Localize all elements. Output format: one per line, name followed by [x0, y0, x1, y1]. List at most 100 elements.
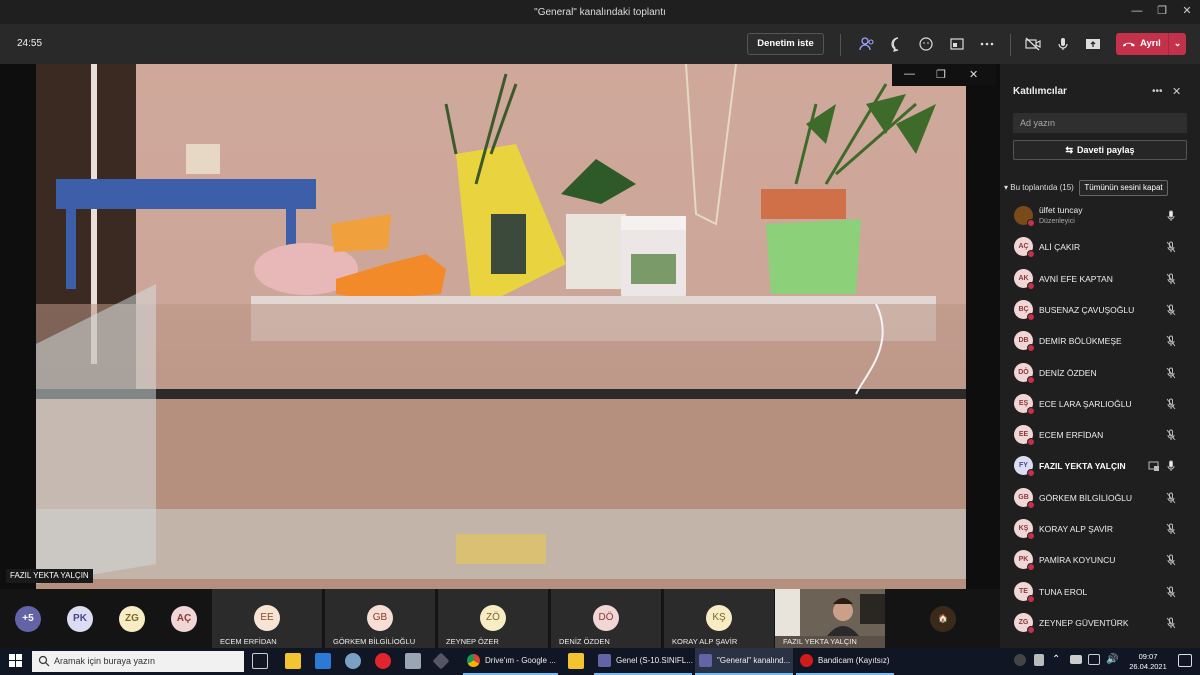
mic-off-icon[interactable]	[1165, 367, 1177, 379]
participant-name: TUNA EROL	[1039, 586, 1088, 597]
taskbar-clock[interactable]: 09:07 26.04.2021	[1125, 652, 1171, 672]
participant-row[interactable]: ZG ZEYNEP GÜVENTÜRK	[1000, 609, 1200, 637]
avatar: EE	[1014, 425, 1035, 447]
avatar: FY	[1014, 456, 1035, 478]
mic-off-icon[interactable]	[1165, 273, 1177, 285]
avatar[interactable]: PK	[67, 606, 93, 632]
taskbar-app-teams[interactable]: Genel (S-10.SINIFL...	[594, 648, 693, 675]
mic-off-icon[interactable]	[1165, 523, 1177, 535]
mic-off-icon[interactable]	[1165, 554, 1177, 566]
participant-row[interactable]: EE ECEM ERFİDAN	[1000, 421, 1200, 449]
participant-row[interactable]: ülfet tuncay Düzenleyici	[1000, 202, 1200, 230]
microphone-icon[interactable]	[1054, 36, 1072, 52]
network-icon[interactable]	[1088, 654, 1100, 665]
participants-icon[interactable]	[858, 36, 876, 52]
participant-row[interactable]: AK AVNİ EFE KAPTAN	[1000, 265, 1200, 293]
task-view-icon[interactable]	[252, 653, 268, 669]
battery-icon[interactable]	[1070, 655, 1082, 664]
participant-row[interactable]: BÇ BUSENAZ ÇAVUŞOĞLU	[1000, 296, 1200, 324]
status-dot	[1027, 344, 1035, 353]
participant-row[interactable]: KŞ KORAY ALP ŞAVİR	[1000, 515, 1200, 543]
minimize-icon[interactable]: —	[904, 68, 915, 80]
camera-tile[interactable]: FAZIL YEKTA YALÇIN	[775, 589, 885, 648]
participant-tile[interactable]: KŞ KORAY ALP ŞAVİR	[664, 589, 774, 648]
file-explorer-icon[interactable]	[568, 653, 584, 669]
share-link-icon: ⇆	[1065, 145, 1073, 155]
mic-off-icon[interactable]	[1165, 586, 1177, 598]
avatar[interactable]: 🏠	[930, 606, 956, 632]
taskbar-search-input[interactable]: Aramak için buraya yazın	[32, 651, 244, 672]
microphone-icon[interactable]	[1165, 460, 1177, 472]
status-dot	[1027, 563, 1035, 572]
mic-off-icon[interactable]	[1165, 241, 1177, 253]
opera-icon[interactable]	[375, 653, 391, 669]
participant-row[interactable]: FY FAZIL YEKTA YALÇIN	[1000, 452, 1200, 480]
participant-name: AVNİ EFE KAPTAN	[1039, 273, 1113, 284]
close-icon[interactable]: ✕	[969, 68, 978, 81]
participant-row[interactable]: PK PAMİRA KOYUNCU	[1000, 546, 1200, 574]
participant-row[interactable]: TE TUNA EROL	[1000, 578, 1200, 606]
share-invite-button[interactable]: ⇆ Daveti paylaş	[1013, 140, 1187, 160]
participant-row[interactable]: EŞ ECE LARA ŞARLIOĞLU	[1000, 390, 1200, 418]
camera-off-icon[interactable]	[1024, 36, 1042, 52]
participant-name: ZEYNEP GÜVENTÜRK	[1039, 617, 1129, 628]
chevron-down-icon[interactable]: ⌄	[1168, 33, 1186, 55]
chevron-up-icon[interactable]: ⌃	[1052, 654, 1068, 670]
taskbar-app-bandicam[interactable]: Bandicam (Kayıtsız)	[796, 648, 894, 675]
request-control-button[interactable]: Denetim iste	[747, 33, 824, 55]
maximize-icon[interactable]: ❐	[1155, 4, 1169, 18]
mic-off-icon[interactable]	[1165, 335, 1177, 347]
mic-off-icon[interactable]	[1165, 304, 1177, 316]
participant-tile[interactable]: EE ECEM ERFİDAN	[212, 589, 322, 648]
section-header[interactable]: ▾ Bu toplantıda (15)	[1004, 183, 1074, 192]
search-input[interactable]	[1013, 113, 1187, 133]
volume-icon[interactable]: 🔊	[1106, 654, 1122, 670]
microphone-icon[interactable]	[1165, 210, 1177, 222]
mic-off-icon[interactable]	[1165, 429, 1177, 441]
avatar: EE	[254, 605, 280, 631]
store-icon[interactable]	[285, 653, 301, 669]
avatar: ZÖ	[480, 605, 506, 631]
avatar[interactable]: ZG	[119, 606, 145, 632]
participant-row[interactable]: DB DEMİR BÖLÜKMEŞE	[1000, 327, 1200, 355]
close-icon[interactable]: ✕	[1172, 85, 1181, 98]
overflow-count[interactable]: +5	[15, 606, 41, 632]
gallery-strip: +5 PK ZG AÇ EE ECEM ERFİDAN GB GÖRKEM BİLGİ…	[0, 589, 1000, 648]
mute-all-button[interactable]: Tümünün sesini kapat	[1079, 180, 1168, 196]
participant-row[interactable]: AÇ ALİ ÇAKIR	[1000, 233, 1200, 261]
participant-tile[interactable]: ZÖ ZEYNEP ÖZER	[438, 589, 548, 648]
taskbar-app-label: Drive'ım - Google ...	[485, 656, 556, 665]
rooms-icon[interactable]	[948, 36, 966, 52]
teams-icon	[699, 654, 712, 667]
minimize-icon[interactable]: —	[1130, 4, 1144, 18]
calculator-icon[interactable]	[315, 653, 331, 669]
taskbar-app-chrome[interactable]: Drive'ım - Google ...	[463, 648, 558, 675]
people-icon[interactable]	[1014, 654, 1026, 666]
app-icon[interactable]	[1034, 654, 1044, 666]
participant-tile[interactable]: GB GÖRKEM BİLGİLİOĞLU	[325, 589, 435, 648]
tile-name: ECEM ERFİDAN	[220, 637, 277, 646]
mic-off-icon[interactable]	[1165, 617, 1177, 629]
share-screen-icon[interactable]	[1084, 36, 1102, 52]
windows-start-icon[interactable]	[9, 654, 25, 670]
status-dot	[1027, 406, 1035, 415]
more-options-icon[interactable]: •••	[1152, 86, 1163, 97]
notifications-icon[interactable]	[1178, 654, 1192, 667]
avatar: DÖ	[593, 605, 619, 631]
app-icon[interactable]	[405, 653, 421, 669]
restore-icon[interactable]: ❐	[936, 68, 946, 81]
leave-button[interactable]: Ayrıl ⌄	[1116, 33, 1186, 55]
reactions-icon[interactable]	[918, 36, 936, 52]
close-icon[interactable]: ✕	[1180, 4, 1194, 18]
app-icon[interactable]	[432, 652, 450, 670]
app-icon[interactable]	[345, 653, 361, 669]
mic-off-icon[interactable]	[1165, 398, 1177, 410]
participant-row[interactable]: DÖ DENİZ ÖZDEN	[1000, 359, 1200, 387]
more-options-icon[interactable]	[978, 36, 996, 52]
avatar[interactable]: AÇ	[171, 606, 197, 632]
participant-tile[interactable]: DÖ DENİZ ÖZDEN	[551, 589, 661, 648]
participant-row[interactable]: GB GÖRKEM BİLGİLİOĞLU	[1000, 484, 1200, 512]
taskbar-app-teams-meeting[interactable]: "General" kanalınd...	[695, 648, 793, 675]
mic-off-icon[interactable]	[1165, 492, 1177, 504]
chat-icon[interactable]	[889, 36, 907, 52]
